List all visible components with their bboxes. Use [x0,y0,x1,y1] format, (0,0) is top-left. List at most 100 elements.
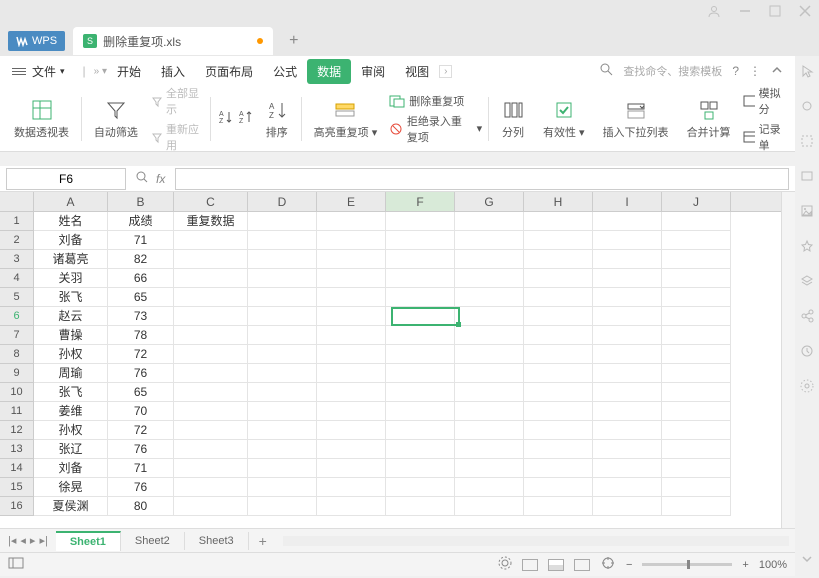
cell[interactable] [248,288,317,307]
cell[interactable]: 张辽 [34,440,108,459]
cell[interactable] [662,250,731,269]
cell[interactable] [248,307,317,326]
cell[interactable]: 73 [108,307,174,326]
table-row[interactable]: 11姜维70 [0,402,781,421]
sheet-nav-next[interactable]: ▸ [30,534,36,547]
cell[interactable] [248,478,317,497]
cell[interactable] [662,269,731,288]
cell[interactable] [593,364,662,383]
cell[interactable] [593,459,662,478]
row-header[interactable]: 5 [0,288,34,307]
cell[interactable] [317,288,386,307]
cell[interactable] [386,497,455,516]
wps-logo[interactable]: WPS [8,31,65,51]
cell[interactable]: 76 [108,440,174,459]
cell[interactable] [455,250,524,269]
cell[interactable]: 刘备 [34,231,108,250]
cell[interactable] [174,402,248,421]
cell[interactable]: 78 [108,326,174,345]
column-headers[interactable]: A B C D E F G H I J [0,192,781,212]
cell[interactable] [662,364,731,383]
cell[interactable] [455,497,524,516]
table-row[interactable]: 2刘备71 [0,231,781,250]
row-header[interactable]: 7 [0,326,34,345]
spreadsheet-grid[interactable]: A B C D E F G H I J 1姓名成绩重复数据2刘备713诸葛亮82… [0,192,795,528]
cell[interactable] [593,478,662,497]
cell[interactable]: 诸葛亮 [34,250,108,269]
cell[interactable] [248,402,317,421]
cell[interactable] [248,383,317,402]
table-row[interactable]: 16夏侯渊80 [0,497,781,516]
cell[interactable] [593,402,662,421]
cell[interactable]: 82 [108,250,174,269]
cell[interactable] [386,478,455,497]
cell[interactable]: 夏侯渊 [34,497,108,516]
cell[interactable]: 成绩 [108,212,174,231]
expand-sidebar[interactable] [801,552,813,570]
show-all-button[interactable]: 全部显示 [150,86,204,117]
reading-mode-icon[interactable] [600,556,616,573]
close-button[interactable] [799,4,811,22]
cell[interactable] [317,402,386,421]
cell[interactable] [455,326,524,345]
cell[interactable] [248,364,317,383]
cell[interactable] [524,288,593,307]
col-header-D[interactable]: D [248,192,317,211]
cell[interactable]: 周瑜 [34,364,108,383]
table-row[interactable]: 4关羽66 [0,269,781,288]
cell[interactable] [174,307,248,326]
cell[interactable] [174,478,248,497]
cell[interactable] [455,231,524,250]
panel-toggle-icon[interactable] [8,557,24,572]
cell[interactable] [317,364,386,383]
sync-icon[interactable] [800,99,814,118]
cell[interactable] [174,231,248,250]
sheet-tab-1[interactable]: Sheet1 [56,531,121,551]
col-header-F[interactable]: F [386,192,455,211]
row-header[interactable]: 14 [0,459,34,478]
cell[interactable] [593,497,662,516]
cell[interactable] [248,497,317,516]
cell[interactable] [662,231,731,250]
table-row[interactable]: 12孙权72 [0,421,781,440]
cell[interactable] [524,402,593,421]
cell[interactable] [455,212,524,231]
cell[interactable]: 72 [108,345,174,364]
table-row[interactable]: 1姓名成绩重复数据 [0,212,781,231]
cell[interactable]: 张飞 [34,383,108,402]
formula-input[interactable] [175,168,789,190]
overflow-right[interactable]: › [439,65,452,78]
cell[interactable] [593,212,662,231]
cell[interactable] [593,231,662,250]
cell[interactable]: 姜维 [34,402,108,421]
cell[interactable] [386,421,455,440]
search-placeholder[interactable]: 查找命令、搜索模板 [623,63,722,79]
cell[interactable] [174,440,248,459]
cell[interactable] [174,383,248,402]
view-break[interactable] [574,559,590,571]
cell[interactable]: 70 [108,402,174,421]
cell[interactable] [386,269,455,288]
cell[interactable] [662,459,731,478]
table-row[interactable]: 8孙权72 [0,345,781,364]
table-row[interactable]: 10张飞65 [0,383,781,402]
cell[interactable] [248,250,317,269]
cell[interactable]: 71 [108,231,174,250]
col-header-I[interactable]: I [593,192,662,211]
highlight-dup-button[interactable]: 高亮重复项 ▾ [308,96,384,142]
select-all-corner[interactable] [0,192,34,211]
zoom-in[interactable]: + [742,559,748,571]
table-row[interactable]: 5张飞65 [0,288,781,307]
col-header-A[interactable]: A [34,192,108,211]
cell[interactable] [317,212,386,231]
sheet-nav-first[interactable]: |◂ [8,534,16,547]
cell[interactable]: 65 [108,383,174,402]
cell[interactable] [524,269,593,288]
more-button[interactable]: ⋮ [749,64,761,78]
cell[interactable] [524,212,593,231]
cell[interactable]: 孙权 [34,345,108,364]
cell[interactable] [524,459,593,478]
table-row[interactable]: 3诸葛亮82 [0,250,781,269]
row-header[interactable]: 4 [0,269,34,288]
cell[interactable] [662,307,731,326]
